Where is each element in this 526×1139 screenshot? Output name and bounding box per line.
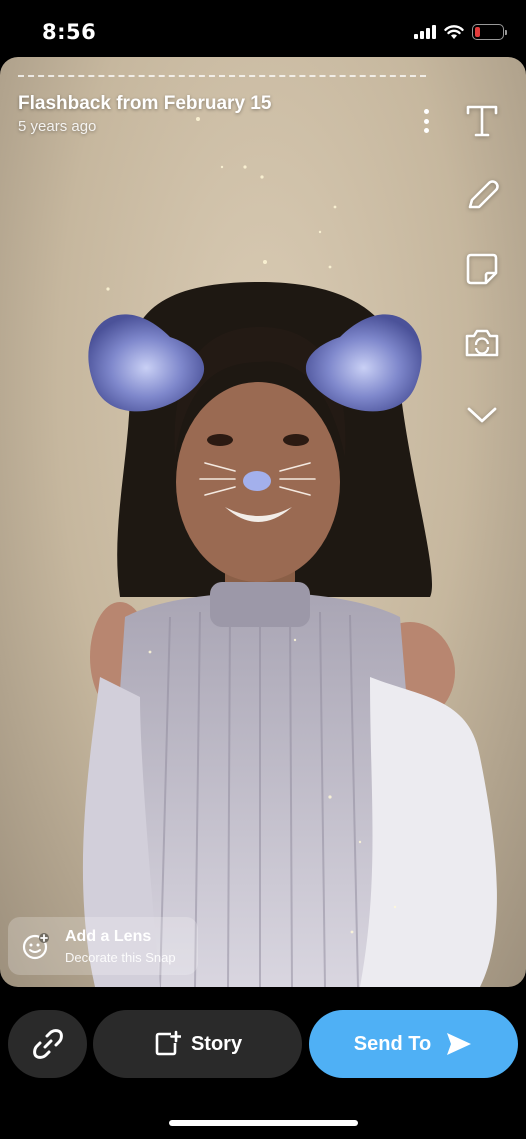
battery-icon: [472, 24, 507, 40]
lens-smiley-icon: [22, 933, 49, 960]
draw-tool-button[interactable]: [458, 171, 506, 219]
camera-flip-icon: [465, 329, 499, 357]
dot-icon: [423, 109, 429, 114]
flashback-subtitle: 5 years ago: [18, 118, 97, 135]
text-tool-button[interactable]: [458, 97, 506, 145]
dot-icon: [423, 128, 429, 133]
sticker-icon: [466, 253, 498, 285]
chevron-down-icon: [467, 407, 497, 423]
snap-photo: [82, 117, 497, 987]
flashback-title: Flashback from February 15: [18, 93, 272, 114]
lens-subtitle: Decorate this Snap: [65, 950, 176, 965]
pencil-icon: [468, 180, 499, 209]
status-time: 8:56: [42, 20, 97, 44]
add-lens-button[interactable]: Add a Lens Decorate this Snap: [8, 917, 198, 975]
battery-fill: [475, 27, 480, 37]
camera-flip-button[interactable]: [458, 319, 506, 367]
wifi-icon: [444, 25, 464, 39]
dot-icon: [423, 118, 429, 124]
send-to-label: Send To: [353, 1032, 432, 1055]
home-indicator[interactable]: [169, 1120, 358, 1126]
lens-title: Add a Lens: [65, 928, 152, 945]
add-story-icon: [155, 1030, 181, 1056]
snap-progress-dashes: [18, 75, 426, 77]
sticker-tool-button[interactable]: [458, 245, 506, 293]
send-arrow-icon: [447, 1033, 472, 1055]
signal-icon: [414, 25, 436, 39]
more-tools-button[interactable]: [458, 391, 506, 439]
story-label: Story: [190, 1032, 243, 1055]
story-button[interactable]: Story: [93, 1010, 302, 1078]
link-button[interactable]: [8, 1010, 87, 1078]
status-icons: [414, 22, 507, 42]
status-bar: 8:56: [0, 0, 526, 60]
snap-preview[interactable]: Flashback from February 15 5 years ago A…: [0, 57, 526, 987]
text-icon: [466, 105, 498, 137]
send-to-button[interactable]: Send To: [309, 1010, 518, 1078]
more-options-button[interactable]: [414, 105, 438, 137]
link-icon: [32, 1029, 63, 1059]
